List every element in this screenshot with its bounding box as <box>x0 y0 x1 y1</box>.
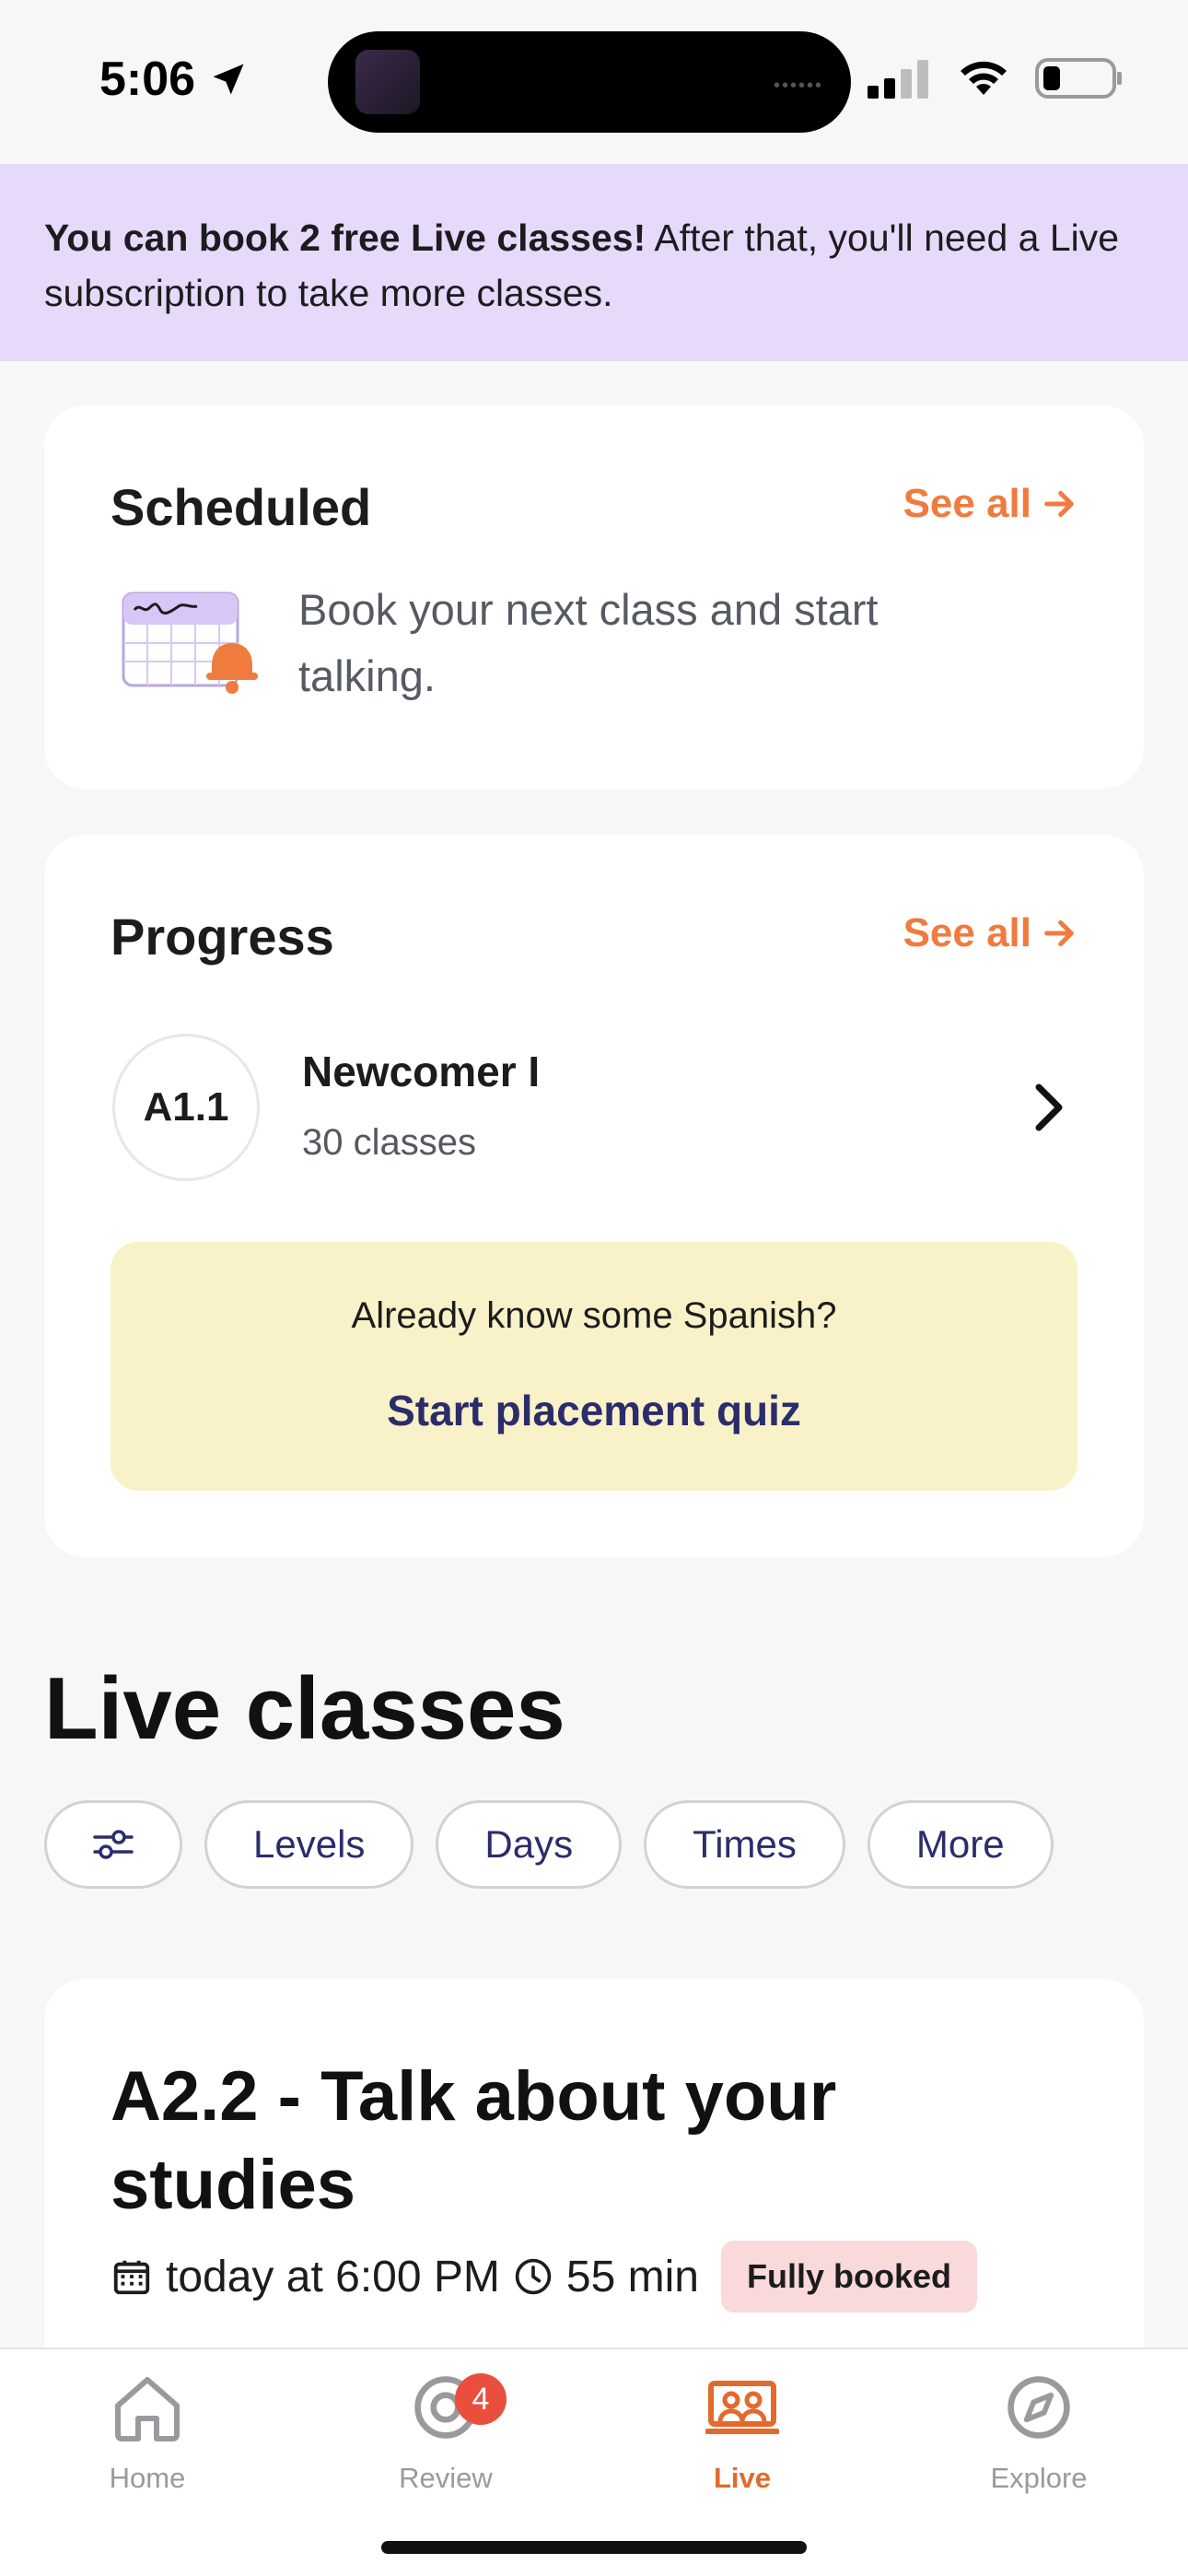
waveform-icon: •••••• <box>773 76 823 96</box>
calendar-icon <box>113 2260 150 2295</box>
scheduled-empty-message: Book your next class and start talking. <box>298 585 879 700</box>
live-class-icon <box>650 2366 834 2449</box>
placement-quiz-box: Already know some Spanish? Start placeme… <box>111 1242 1077 1491</box>
see-all-label: See all <box>903 910 1031 955</box>
filter-more[interactable]: More <box>867 1800 1054 1889</box>
status-bar: 5:06 •••••• <box>0 0 1188 164</box>
cellular-signal-icon <box>868 60 928 99</box>
start-placement-quiz-link[interactable]: Start placement quiz <box>111 1386 1077 1435</box>
location-arrow-icon <box>213 64 244 95</box>
progress-title: Progress <box>111 907 334 966</box>
scheduled-see-all-link[interactable]: See all <box>903 481 1077 527</box>
tab-label: Review <box>399 2462 493 2494</box>
clock-icon <box>515 2258 552 2295</box>
calendar-bell-illustration <box>122 591 258 694</box>
tab-label: Explore <box>990 2462 1088 2494</box>
progress-card: Progress See all A1.1 Newcomer I 30 clas… <box>44 835 1144 1557</box>
arrow-right-icon <box>1044 490 1074 518</box>
status-icons <box>868 57 1124 100</box>
level-badge: A1.1 <box>112 1034 260 1181</box>
filter-times[interactable]: Times <box>644 1800 845 1889</box>
live-classes-heading: Live classes <box>44 1659 565 1758</box>
tab-home[interactable]: Home <box>55 2366 239 2495</box>
class-duration: 55 min <box>565 2252 699 2301</box>
target-icon: 4 <box>354 2366 538 2449</box>
compass-icon <box>947 2366 1131 2449</box>
see-all-label: See all <box>903 481 1031 526</box>
arrow-right-icon <box>1044 919 1074 947</box>
home-indicator[interactable] <box>381 2541 807 2554</box>
filter-levels[interactable]: Levels <box>204 1800 414 1889</box>
level-class-count: 30 classes <box>302 1122 476 1163</box>
banner-bold-text: You can book 2 free Live classes! <box>44 217 646 259</box>
free-classes-banner: You can book 2 free Live classes! After … <box>0 164 1188 361</box>
level-name: Newcomer I <box>302 1048 541 1095</box>
tab-review[interactable]: 4 Review <box>354 2366 538 2495</box>
dynamic-island: •••••• <box>328 31 851 133</box>
class-meta: today at 6:00 PM 55 min Fully booked <box>111 2241 977 2313</box>
now-playing-artwork <box>355 50 420 114</box>
tab-label: Home <box>109 2462 186 2494</box>
progress-see-all-link[interactable]: See all <box>903 910 1077 956</box>
scheduled-title: Scheduled <box>111 478 372 536</box>
quiz-question: Already know some Spanish? <box>351 1295 837 1336</box>
class-date: today at 6:00 PM <box>166 2252 500 2301</box>
review-count-badge: 4 <box>455 2373 507 2425</box>
fully-booked-badge: Fully booked <box>720 2241 977 2313</box>
tab-live[interactable]: Live <box>650 2366 834 2495</box>
home-icon <box>55 2366 239 2449</box>
wifi-icon <box>961 61 1007 95</box>
sliders-icon <box>93 1830 134 1859</box>
tab-label: Live <box>713 2462 772 2494</box>
status-time: 5:06 <box>99 52 249 107</box>
filter-days[interactable]: Days <box>436 1800 623 1889</box>
filter-chips: Levels Days Times More <box>44 1800 1054 1889</box>
clock-text: 5:06 <box>99 53 196 106</box>
scheduled-card: Scheduled See all Book your next class a… <box>44 405 1144 789</box>
battery-icon <box>1035 58 1122 99</box>
chevron-right-icon <box>1035 1083 1063 1131</box>
filter-settings-button[interactable] <box>44 1800 182 1889</box>
tab-explore[interactable]: Explore <box>947 2366 1131 2495</box>
class-title: A2.2 - Talk about your studies <box>111 2057 837 2224</box>
